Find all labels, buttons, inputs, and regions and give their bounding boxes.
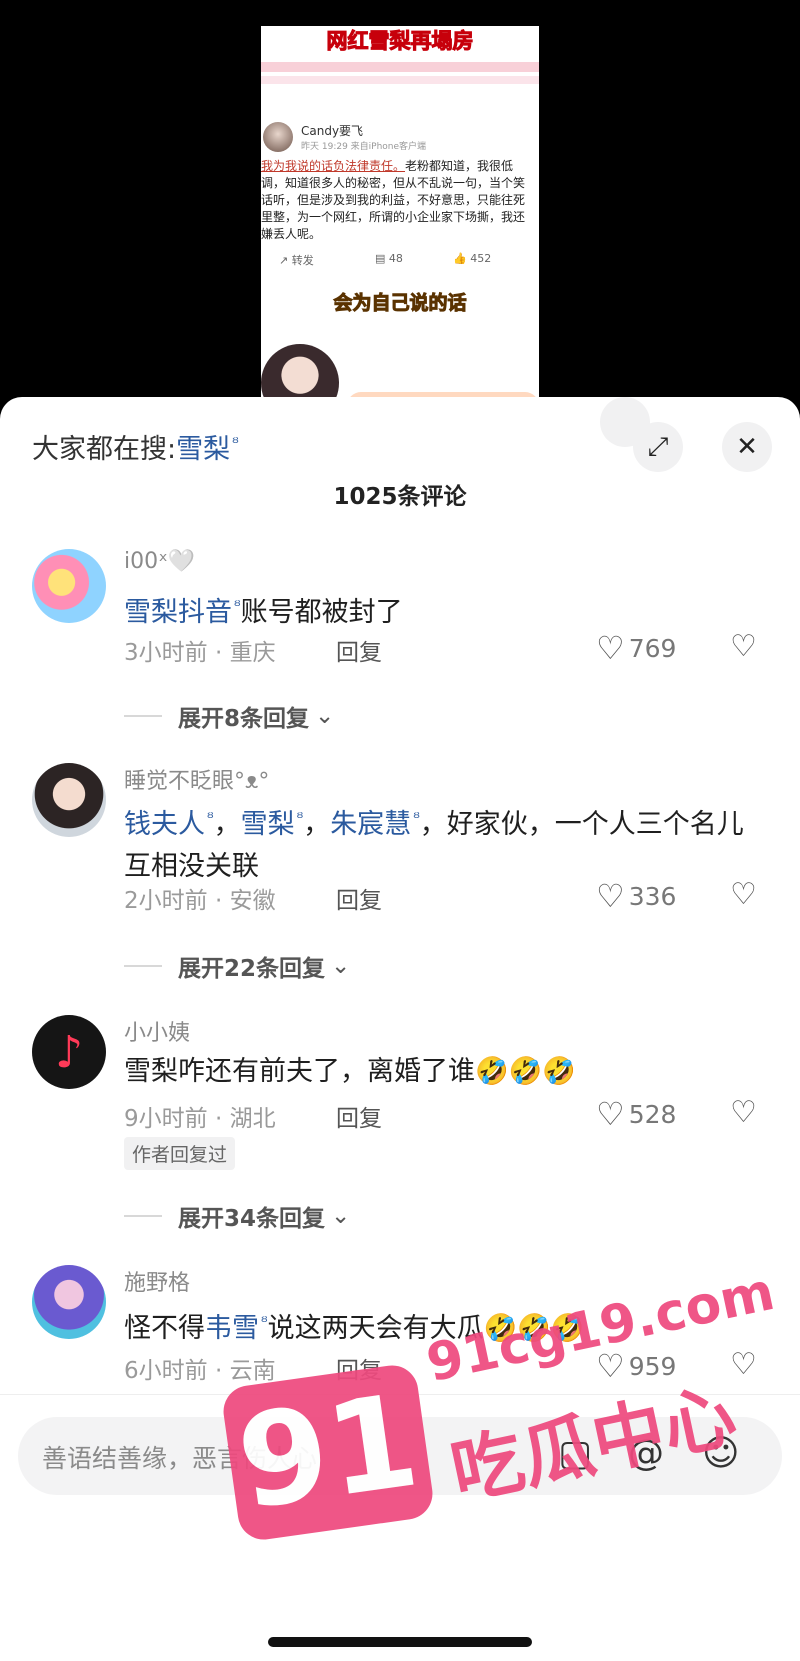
divider-line bbox=[124, 965, 162, 967]
input-placeholder: 善语结善缘，恶言伤人心 bbox=[42, 1444, 318, 1473]
like-count: 769 bbox=[628, 633, 677, 663]
chevron-down-icon: ⌄ bbox=[315, 703, 335, 729]
comment-text: 怪不得韦雪 ᴽ说这两天会有大瓜🤣🤣🤣 bbox=[124, 1301, 764, 1350]
post-text: 我为我说的话负法律责任。老粉都知道，我很低调，知道很多人的秘密，但从不乱说一句，… bbox=[261, 158, 531, 243]
post-meta: 昨天 19:29 来自iPhone客户端 bbox=[301, 142, 427, 152]
search-prefix: 大家都在搜: bbox=[32, 434, 177, 465]
illustration-avatar bbox=[261, 344, 339, 400]
comment-keyword[interactable]: 朱宸慧 bbox=[330, 809, 411, 840]
comment-separator: ， bbox=[213, 809, 241, 840]
dislike-icon[interactable]: ♡ bbox=[730, 1347, 757, 1382]
mention-icon[interactable]: @ bbox=[628, 1433, 664, 1474]
comment-input-bar: 善语结善缘，恶言伤人心 ▢ @ ☺ bbox=[0, 1394, 800, 1661]
comment-input[interactable]: 善语结善缘，恶言伤人心 ▢ @ ☺ bbox=[18, 1417, 782, 1495]
like-icon: 👍 452 bbox=[453, 252, 492, 265]
video-caption: 会为自己说的话 bbox=[333, 292, 467, 315]
comment-text: 雪梨咋还有前夫了，离婚了谁🤣🤣🤣 bbox=[124, 1056, 576, 1087]
avatar[interactable] bbox=[32, 763, 106, 837]
repost-icon: ↗ 转发 bbox=[279, 254, 314, 267]
dislike-icon[interactable]: ♡ bbox=[730, 1095, 757, 1130]
comment-separator: ， bbox=[303, 809, 331, 840]
reply-button[interactable]: 回复 bbox=[336, 881, 382, 915]
post-text-highlight: 我为我说的话负法律责任。 bbox=[261, 159, 406, 173]
close-icon[interactable]: ✕ bbox=[722, 422, 772, 472]
comment-meta: 6小时前 · 云南 bbox=[124, 1358, 276, 1384]
video-frame: 网红雪梨再塌房 Candy要飞 昨天 19:29 来自iPhone客户端 我为我… bbox=[261, 26, 539, 400]
comment-text: 雪梨抖音 ᴽ账号都被封了 bbox=[124, 585, 764, 634]
comment-keyword[interactable]: 雪梨抖音 bbox=[124, 597, 232, 628]
reply-button[interactable]: 回复 bbox=[336, 633, 382, 667]
reply-button[interactable]: 回复 bbox=[336, 1099, 382, 1133]
like-button[interactable]: ♡ 528 bbox=[596, 1095, 676, 1133]
search-icon: ᴽ bbox=[232, 434, 239, 452]
image-icon[interactable]: ▢ bbox=[558, 1433, 592, 1474]
expand-label: 展开22条回复 bbox=[178, 956, 326, 982]
reply-button[interactable]: 回复 bbox=[336, 1351, 382, 1385]
divider-line bbox=[124, 715, 162, 717]
home-indicator bbox=[268, 1637, 532, 1647]
expand-label: 展开34条回复 bbox=[178, 1206, 326, 1232]
comment-icon: ▤ 48 bbox=[375, 252, 403, 265]
emoji-icon[interactable]: ☺ bbox=[702, 1433, 740, 1474]
video-headline: 网红雪梨再塌房 bbox=[261, 26, 539, 56]
search-icon: ᴽ bbox=[261, 1313, 268, 1331]
expand-replies-button[interactable]: 展开34条回复 ⌄ bbox=[124, 1199, 350, 1233]
comment-username[interactable]: i00ˣ🤍 bbox=[124, 549, 195, 574]
expand-replies-button[interactable]: 展开22条回复 ⌄ bbox=[124, 949, 350, 983]
search-icon: ᴽ bbox=[207, 809, 214, 827]
search-keyword[interactable]: 雪梨 bbox=[176, 434, 230, 465]
expand-label: 展开8条回复 bbox=[178, 706, 310, 732]
avatar[interactable]: ♪ bbox=[32, 1015, 106, 1089]
heart-icon: ♡ bbox=[596, 1347, 625, 1385]
post-author: Candy要飞 bbox=[301, 124, 364, 138]
comment-username[interactable]: 睡觉不眨眼°ᴥ° bbox=[124, 763, 269, 795]
dislike-icon[interactable]: ♡ bbox=[730, 629, 757, 664]
comment-keyword[interactable]: 钱夫人 bbox=[124, 809, 205, 840]
comment-username[interactable]: 小小姨 bbox=[124, 1015, 190, 1047]
comment-meta: 2小时前 · 安徽 bbox=[124, 888, 276, 914]
like-button[interactable]: ♡ 769 bbox=[596, 629, 676, 667]
heart-icon: ♡ bbox=[596, 1095, 625, 1133]
post-like-count: 452 bbox=[470, 252, 492, 265]
chevron-down-icon: ⌄ bbox=[331, 1203, 351, 1229]
dislike-icon[interactable]: ♡ bbox=[730, 877, 757, 912]
post-comment-count: 48 bbox=[388, 252, 403, 265]
like-count: 336 bbox=[628, 881, 677, 911]
search-icon: ᴽ bbox=[413, 809, 420, 827]
like-button[interactable]: ♡ 336 bbox=[596, 877, 676, 915]
author-replied-badge: 作者回复过 bbox=[124, 1137, 236, 1170]
avatar[interactable] bbox=[32, 1265, 106, 1339]
expand-replies-button[interactable]: 展开8条回复 ⌄ bbox=[124, 699, 334, 733]
comment-meta: 9小时前 · 湖北 bbox=[124, 1106, 276, 1132]
music-note-icon: ♪ bbox=[54, 1026, 84, 1078]
like-count: 528 bbox=[628, 1099, 677, 1129]
comment-text: 钱夫人 ᴽ，雪梨 ᴽ，朱宸慧 ᴽ，好家伙，一个人三个名儿互相没关联 bbox=[124, 797, 764, 888]
comment-keyword[interactable]: 韦雪 bbox=[205, 1313, 259, 1344]
comment-text-rest: 账号都被封了 bbox=[240, 597, 403, 628]
comment-text-pre: 怪不得 bbox=[124, 1313, 205, 1344]
decor-band bbox=[261, 76, 539, 84]
like-button[interactable]: ♡ 959 bbox=[596, 1347, 676, 1385]
comment-text-rest: 说这两天会有大瓜🤣🤣🤣 bbox=[267, 1313, 585, 1344]
comment-keyword[interactable]: 雪梨 bbox=[241, 809, 295, 840]
heart-icon: ♡ bbox=[596, 629, 625, 667]
divider-line bbox=[124, 1215, 162, 1217]
avatar[interactable] bbox=[32, 549, 106, 623]
decor-band bbox=[261, 62, 539, 72]
trending-search[interactable]: 大家都在搜:雪梨 ᴽ bbox=[32, 427, 239, 466]
expand-fullscreen-icon[interactable]: ⤢ bbox=[633, 422, 683, 472]
post-avatar bbox=[263, 122, 293, 152]
comment-meta: 3小时前 · 重庆 bbox=[124, 640, 276, 666]
video-player[interactable]: 网红雪梨再塌房 Candy要飞 昨天 19:29 来自iPhone客户端 我为我… bbox=[0, 0, 800, 400]
repost-label: 转发 bbox=[291, 254, 314, 267]
comment-count: 1025条评论 bbox=[333, 484, 467, 510]
search-icon: ᴽ bbox=[234, 597, 241, 615]
comment-username[interactable]: 施野格 bbox=[124, 1265, 190, 1297]
like-count: 959 bbox=[628, 1351, 677, 1381]
chevron-down-icon: ⌄ bbox=[331, 953, 351, 979]
heart-icon: ♡ bbox=[596, 877, 625, 915]
